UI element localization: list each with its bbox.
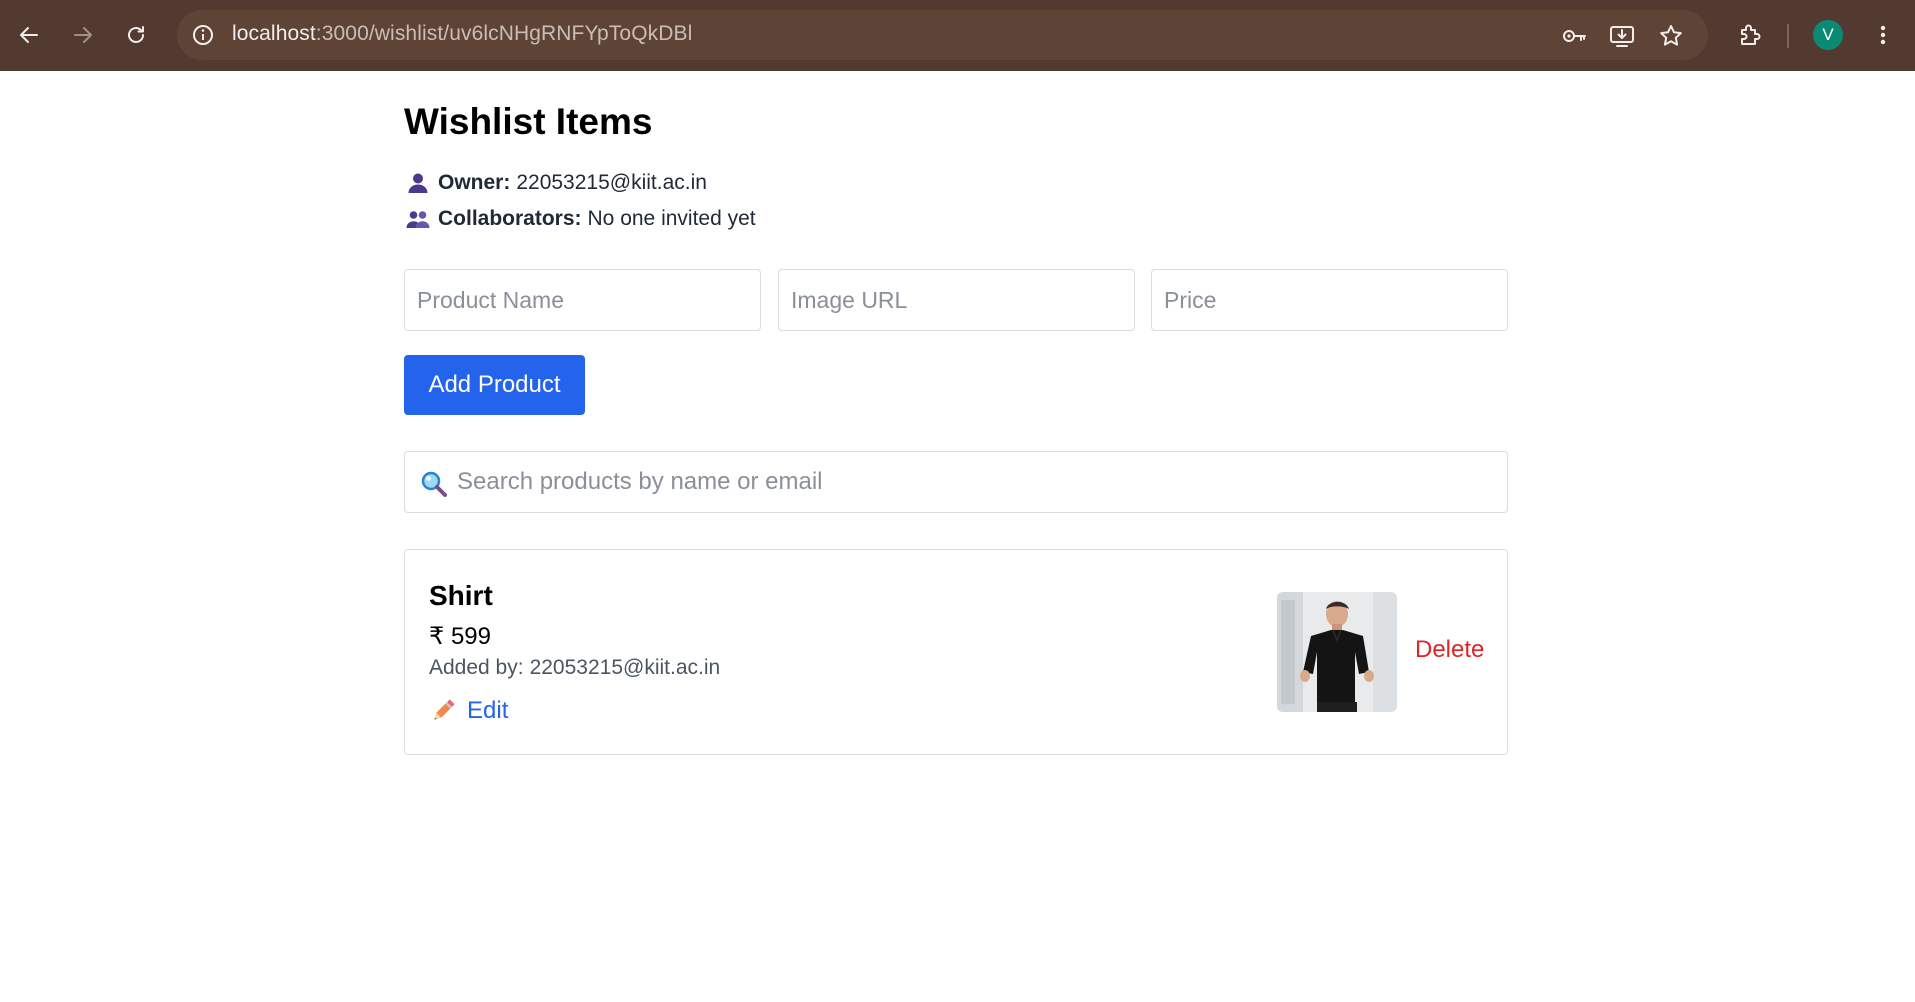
search-magnifier-icon xyxy=(421,471,447,497)
site-info-icon[interactable] xyxy=(191,23,215,47)
reload-button[interactable] xyxy=(118,17,154,53)
search-input[interactable] xyxy=(457,452,1497,512)
owner-label: Owner: xyxy=(438,171,511,194)
price-input[interactable] xyxy=(1151,269,1508,331)
back-arrow-icon xyxy=(20,27,38,43)
product-name-input[interactable] xyxy=(404,269,761,331)
owner-row: Owner: 22053215@kiit.ac.in xyxy=(404,169,707,197)
reload-icon xyxy=(128,26,144,43)
install-app-icon[interactable] xyxy=(1609,23,1635,49)
product-image xyxy=(1277,592,1397,712)
forward-arrow-icon xyxy=(74,27,92,43)
profile-avatar[interactable]: V xyxy=(1813,20,1843,50)
added-by-email: 22053215@kiit.ac.in xyxy=(529,656,721,679)
url-path: :3000/wishlist/uv6lcNHgRNFYpToQkDBl xyxy=(315,22,693,45)
forward-button[interactable] xyxy=(65,17,101,53)
browser-toolbar: localhost:3000/wishlist/uv6lcNHgRNFYpToQ… xyxy=(0,0,1915,71)
added-by-label: Added by: xyxy=(429,656,524,679)
owner-email: 22053215@kiit.ac.in xyxy=(516,171,707,194)
product-price: ₹ 599 xyxy=(429,623,491,650)
product-card: Shirt ₹ 599 Added by: 22053215@kiit.ac.in… xyxy=(404,549,1508,755)
toolbar-divider xyxy=(1787,24,1789,48)
shirt-photo-image xyxy=(1277,592,1397,712)
product-name: Shirt xyxy=(429,580,493,611)
edit-button[interactable]: Edit xyxy=(429,694,508,728)
image-url-input[interactable] xyxy=(778,269,1135,331)
extensions-puzzle-icon[interactable] xyxy=(1737,22,1763,48)
pencil-icon xyxy=(434,699,455,720)
delete-button[interactable]: Delete xyxy=(1415,636,1484,664)
add-product-button[interactable]: Add Product xyxy=(404,355,585,415)
more-menu-icon[interactable] xyxy=(1870,22,1896,48)
edit-label: Edit xyxy=(467,697,509,724)
collaborators-value: No one invited yet xyxy=(587,207,756,230)
collaborators-label: Collaborators: xyxy=(438,207,582,230)
address-bar[interactable]: localhost:3000/wishlist/uv6lcNHgRNFYpToQ… xyxy=(177,10,1708,60)
password-key-icon[interactable] xyxy=(1561,23,1587,49)
collaborators-row: Collaborators: No one invited yet xyxy=(404,205,756,233)
search-box[interactable] xyxy=(404,451,1508,513)
bookmark-star-icon[interactable] xyxy=(1658,23,1684,49)
collaborators-people-icon xyxy=(404,207,432,231)
back-button[interactable] xyxy=(11,17,47,53)
url-host: localhost xyxy=(232,22,316,45)
owner-person-icon xyxy=(404,171,432,195)
product-added-by: Added by: 22053215@kiit.ac.in xyxy=(429,656,720,680)
page-title: Wishlist Items xyxy=(404,101,653,142)
url-text[interactable]: localhost:3000/wishlist/uv6lcNHgRNFYpToQ… xyxy=(232,22,692,46)
